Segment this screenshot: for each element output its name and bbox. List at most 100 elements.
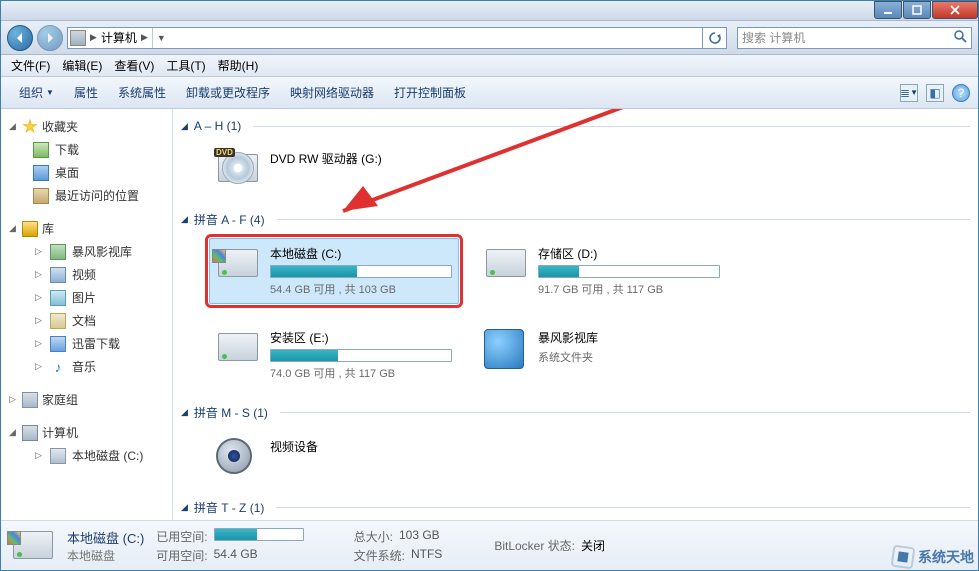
star-icon xyxy=(22,119,38,135)
drive-name: 存储区 (D:) xyxy=(538,245,720,262)
chevron-down-icon: ▼ xyxy=(46,88,54,97)
menu-file[interactable]: 文件(F) xyxy=(5,55,56,76)
hard-drive-icon xyxy=(216,329,260,367)
tb-map-drive[interactable]: 映射网络驱动器 xyxy=(280,81,384,104)
sidebar-item-videos[interactable]: ▷视频 xyxy=(1,263,172,286)
chevron-right-icon: ▶ xyxy=(90,32,97,43)
details-pane: 本地磁盘 (C:) 本地磁盘 已用空间: 总大小:103 GB 可用空间:54.… xyxy=(1,520,978,570)
details-free-space: 可用空间:54.4 GB xyxy=(156,547,303,564)
sidebar-homegroup[interactable]: ▷家庭组 xyxy=(1,388,172,411)
sidebar-item-baofeng[interactable]: ▷暴风影视库 xyxy=(1,240,172,263)
folder-icon xyxy=(484,329,528,367)
refresh-button[interactable] xyxy=(703,27,727,49)
details-filesystem: 文件系统:NTFS xyxy=(354,547,443,564)
view-options-button[interactable]: ≣ ▼ xyxy=(900,84,918,102)
menu-help[interactable]: 帮助(H) xyxy=(212,55,265,76)
expand-icon: ▷ xyxy=(33,361,44,372)
watermark-icon xyxy=(891,545,916,570)
tb-system-properties[interactable]: 系统属性 xyxy=(108,81,176,104)
content-pane: ◢A – H (1) DVD DVD RW 驱动器 (G:) ◢拼音 A - F… xyxy=(173,109,978,520)
sidebar-libraries[interactable]: ◢库 xyxy=(1,217,172,240)
usage-bar xyxy=(270,349,452,362)
address-dropdown[interactable]: ▼ xyxy=(152,28,170,48)
sidebar-item-cdrive[interactable]: ▷本地磁盘 (C:) xyxy=(1,444,172,467)
sidebar-computer[interactable]: ◢计算机 xyxy=(1,421,172,444)
download-icon xyxy=(33,142,49,158)
expand-icon: ▷ xyxy=(33,315,44,326)
preview-pane-button[interactable]: ◧ xyxy=(926,84,944,102)
forward-button[interactable] xyxy=(37,25,63,51)
drive-item-camera[interactable]: 视频设备 xyxy=(209,431,459,483)
group-header-ah[interactable]: ◢A – H (1) xyxy=(181,113,970,137)
collapse-icon: ◢ xyxy=(181,214,188,225)
explorer-window: ▶ 计算机▶ ▼ 搜索 计算机 文件(F) 编辑(E) 查看(V) 工具(T) … xyxy=(0,0,979,571)
details-used-space: 已用空间: xyxy=(156,528,303,545)
details-total-size: 总大小:103 GB xyxy=(354,528,443,545)
drive-item-baofeng[interactable]: 暴风影视库 系统文件夹 xyxy=(477,322,727,388)
library-icon xyxy=(22,221,38,237)
menu-edit[interactable]: 编辑(E) xyxy=(56,55,108,76)
menu-view[interactable]: 查看(V) xyxy=(108,55,160,76)
drive-icon xyxy=(50,448,66,464)
expand-icon: ▷ xyxy=(33,292,44,303)
drive-stats: 74.0 GB 可用 , 共 117 GB xyxy=(270,365,452,381)
expand-icon: ▷ xyxy=(33,246,44,257)
address-bar[interactable]: ▶ 计算机▶ ▼ xyxy=(67,27,703,49)
expand-icon: ▷ xyxy=(33,269,44,280)
collapse-icon: ◢ xyxy=(181,407,188,418)
breadcrumb-seg[interactable]: 计算机▶ xyxy=(97,28,152,48)
computer-icon xyxy=(22,425,38,441)
maximize-button[interactable] xyxy=(903,1,931,19)
music-icon: ♪ xyxy=(50,359,66,375)
sidebar-item-desktop[interactable]: 桌面 xyxy=(1,161,172,184)
search-input[interactable]: 搜索 计算机 xyxy=(737,27,972,49)
tb-organize[interactable]: 组织▼ xyxy=(9,81,64,104)
command-bar: 组织▼ 属性 系统属性 卸载或更改程序 映射网络驱动器 打开控制面板 ≣ ▼ ◧… xyxy=(1,77,978,109)
pictures-icon xyxy=(50,290,66,306)
usage-bar xyxy=(538,265,720,278)
homegroup-icon xyxy=(22,392,38,408)
drive-item-e[interactable]: 安装区 (E:) 74.0 GB 可用 , 共 117 GB xyxy=(209,322,459,388)
drive-item-c[interactable]: 本地磁盘 (C:) 54.4 GB 可用 , 共 103 GB xyxy=(209,238,459,304)
nav-bar: ▶ 计算机▶ ▼ 搜索 计算机 xyxy=(1,21,978,55)
collapse-icon: ◢ xyxy=(7,223,18,234)
watermark: 系统天地 xyxy=(892,546,974,568)
sidebar-item-downloads[interactable]: 下载 xyxy=(1,138,172,161)
group-header-tz[interactable]: ◢拼音 T - Z (1) xyxy=(181,493,970,520)
help-button[interactable]: ? xyxy=(952,84,970,102)
drive-stats: 91.7 GB 可用 , 共 117 GB xyxy=(538,281,720,297)
drive-name: 视频设备 xyxy=(270,438,452,455)
tb-control-panel[interactable]: 打开控制面板 xyxy=(384,81,476,104)
tb-uninstall[interactable]: 卸载或更改程序 xyxy=(176,81,280,104)
drive-sub: 系统文件夹 xyxy=(538,349,720,365)
menu-tools[interactable]: 工具(T) xyxy=(160,55,211,76)
group-header-af[interactable]: ◢拼音 A - F (4) xyxy=(181,205,970,232)
drive-name: 暴风影视库 xyxy=(538,329,720,346)
dvd-drive-icon: DVD xyxy=(216,150,260,188)
drive-item-d[interactable]: 存储区 (D:) 91.7 GB 可用 , 共 117 GB xyxy=(477,238,727,304)
menu-bar: 文件(F) 编辑(E) 查看(V) 工具(T) 帮助(H) xyxy=(1,55,978,77)
collapse-icon: ◢ xyxy=(7,427,18,438)
sidebar-item-music[interactable]: ▷♪音乐 xyxy=(1,355,172,378)
xunlei-icon xyxy=(50,336,66,352)
group-header-ms[interactable]: ◢拼音 M - S (1) xyxy=(181,398,970,425)
back-button[interactable] xyxy=(7,25,33,51)
sidebar-favorites[interactable]: ◢收藏夹 xyxy=(1,115,172,138)
close-button[interactable] xyxy=(932,1,978,19)
sidebar-item-documents[interactable]: ▷文档 xyxy=(1,309,172,332)
hard-drive-icon xyxy=(11,527,55,565)
expand-icon: ▷ xyxy=(7,394,18,405)
tb-properties[interactable]: 属性 xyxy=(64,81,108,104)
drive-item-dvd[interactable]: DVD DVD RW 驱动器 (G:) xyxy=(209,143,459,195)
video-lib-icon xyxy=(50,244,66,260)
drive-name: DVD RW 驱动器 (G:) xyxy=(270,150,452,167)
expand-icon: ▷ xyxy=(33,338,44,349)
hard-drive-icon xyxy=(484,245,528,283)
sidebar-item-pictures[interactable]: ▷图片 xyxy=(1,286,172,309)
minimize-button[interactable] xyxy=(874,1,902,19)
sidebar-item-xunlei[interactable]: ▷迅雷下载 xyxy=(1,332,172,355)
usage-bar xyxy=(270,265,452,278)
collapse-icon: ◢ xyxy=(7,121,18,132)
details-type: 本地磁盘 xyxy=(67,547,144,564)
sidebar-item-recent[interactable]: 最近访问的位置 xyxy=(1,184,172,207)
